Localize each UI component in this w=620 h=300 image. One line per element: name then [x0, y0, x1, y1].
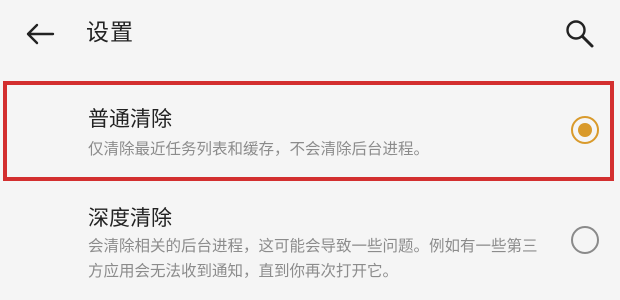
search-button[interactable]: [558, 12, 602, 56]
arrow-left-icon: [26, 23, 55, 45]
app-bar: 设置: [0, 0, 620, 68]
option-description: 会清除相关的后台进程，这可能会导致一些问题。例如有一些第三方应用会无法收到通知，…: [88, 237, 538, 280]
back-button[interactable]: [18, 12, 62, 56]
option-title: 普通清除: [88, 107, 172, 131]
search-icon: [566, 20, 594, 48]
page-title: 设置: [86, 20, 134, 46]
option-title: 深度清除: [88, 206, 172, 230]
option-normal-clean[interactable]: 普通清除 仅清除最近任务列表和缓存，不会清除后台进程。: [0, 78, 620, 188]
option-description: 仅清除最近任务列表和缓存，不会清除后台进程。: [88, 140, 430, 158]
option-deep-clean[interactable]: 深度清除 会清除相关的后台进程，这可能会导致一些问题。例如有一些第三方应用会无法…: [0, 194, 620, 294]
radio-dot: [578, 123, 592, 137]
radio-button-unselected[interactable]: [571, 226, 599, 254]
radio-button-selected[interactable]: [571, 116, 599, 144]
